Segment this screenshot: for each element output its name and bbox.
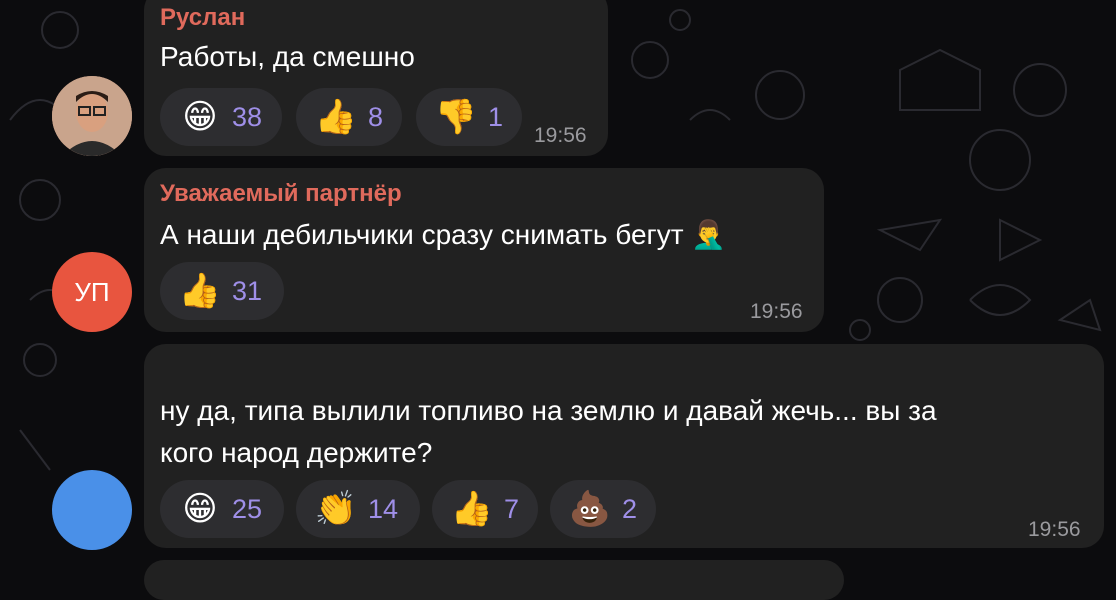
reaction-count: 7 [504,493,520,524]
reaction-count: 38 [232,101,263,132]
user-photo-icon [52,76,132,156]
avatar-initials: УП [74,276,110,307]
grinning-face-icon: 😁 [182,97,218,137]
avatar-up[interactable]: УП [52,252,132,332]
thumbs-up-icon: 👍 [314,97,358,137]
reaction-count: 25 [232,493,263,524]
reaction-thumbs-down[interactable]: 👎 1 [416,88,522,146]
reaction-count: 31 [232,275,263,306]
message-text: Работы, да смешно [160,41,415,72]
message-text-line-1: ну да, типа вылили топливо на землю и да… [160,395,937,426]
reaction-count: 14 [368,493,399,524]
message-text: А наши дебильчики сразу снимать бегут 🤦‍… [160,219,727,250]
avatar-blue[interactable] [52,470,132,550]
message-time: 19:56 [750,300,803,323]
grinning-face-icon: 😁 [182,489,218,529]
reaction-thumbs-up[interactable]: 👍 8 [296,88,402,146]
sender-name[interactable]: Руслан [160,4,245,32]
reaction-pile-of-poo[interactable]: 💩 2 [550,480,656,538]
thumbs-up-icon: 👍 [178,271,222,311]
reaction-clapping[interactable]: 👏 14 [296,480,420,538]
sender-name[interactable]: Уважаемый партнёр [160,180,402,208]
message-time: 19:56 [534,124,587,147]
reaction-grinning[interactable]: 😁 25 [160,480,284,538]
reaction-count: 1 [488,101,504,132]
reaction-count: 8 [368,101,384,132]
message-time: 19:56 [1028,518,1081,541]
message-bubble-3[interactable]: ну да, типа вылили топливо на землю и да… [144,344,1104,548]
message-text-line-2: кого народ держите? [160,437,433,468]
message-bubble-2[interactable]: Уважаемый партнёр А наши дебильчики сраз… [144,168,824,332]
thumbs-up-icon: 👍 [450,489,494,529]
avatar-ruslan[interactable] [52,76,132,156]
reaction-grinning[interactable]: 😁 38 [160,88,282,146]
message-bubble-partial[interactable] [144,560,844,600]
thumbs-down-icon: 👎 [434,97,478,137]
pile-of-poo-icon: 💩 [568,489,612,529]
clapping-hands-icon: 👏 [314,489,358,529]
reaction-count: 2 [622,493,638,524]
reaction-thumbs-up[interactable]: 👍 31 [160,262,284,320]
reaction-thumbs-up[interactable]: 👍 7 [432,480,538,538]
message-bubble-1[interactable]: Руслан Работы, да смешно 😁 38 👍 8 👎 1 19… [144,0,608,156]
